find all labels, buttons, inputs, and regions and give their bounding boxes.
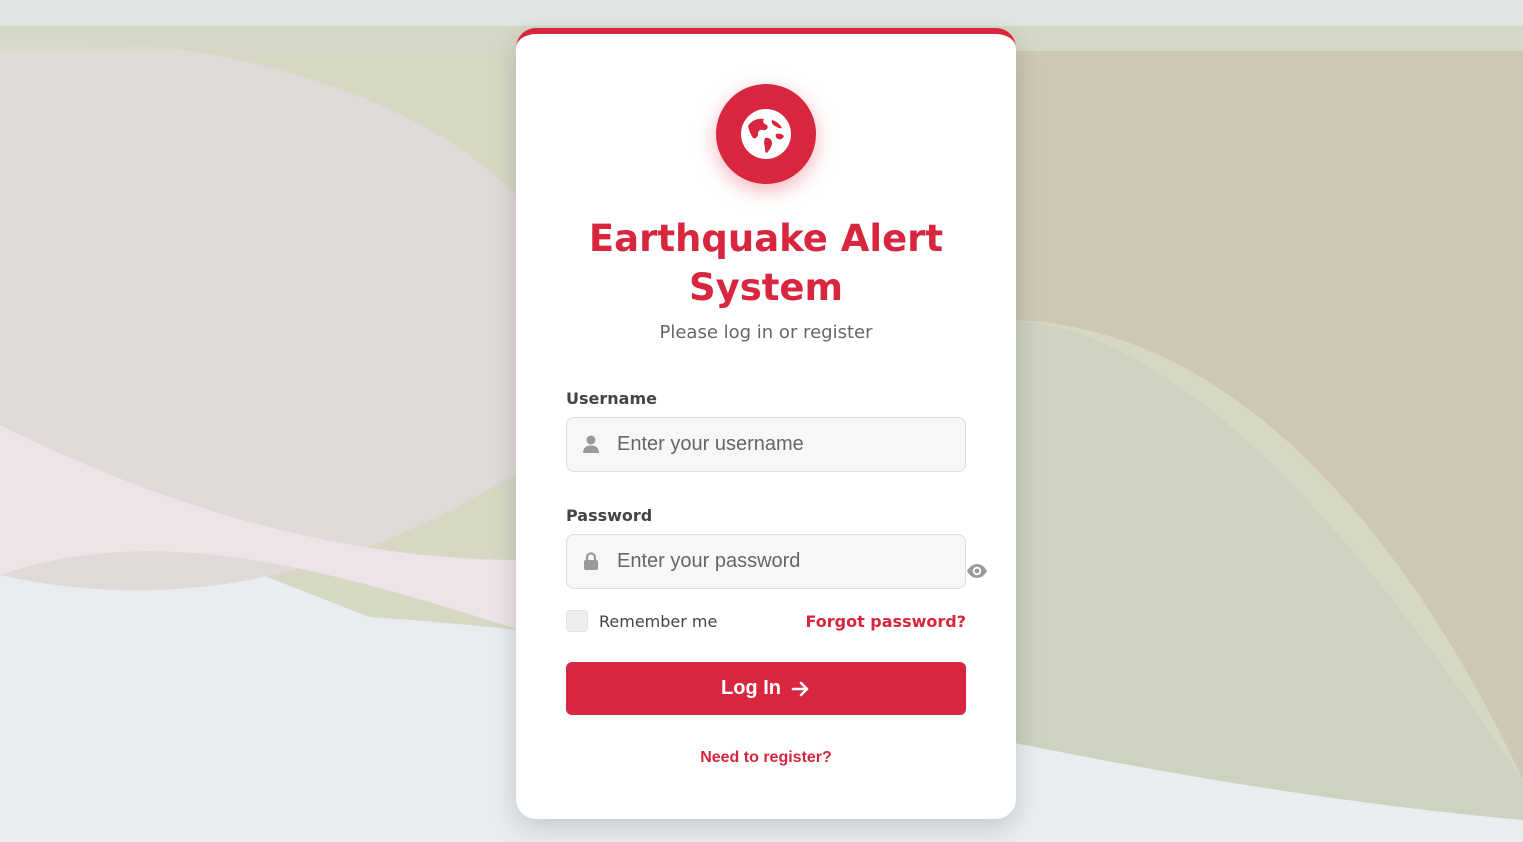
password-input[interactable] bbox=[617, 535, 957, 588]
username-field[interactable] bbox=[566, 417, 966, 472]
globe-icon bbox=[741, 109, 791, 159]
arrow-right-icon bbox=[791, 680, 811, 698]
login-card: Earthquake Alert System Please log in or… bbox=[516, 28, 1016, 819]
remember-checkbox[interactable] bbox=[566, 610, 588, 632]
login-button[interactable]: Log In bbox=[566, 662, 966, 715]
forgot-password-link[interactable]: Forgot password? bbox=[805, 612, 966, 632]
login-label: Log In bbox=[721, 677, 781, 699]
username-label: Username bbox=[566, 389, 657, 408]
lock-icon bbox=[584, 552, 598, 570]
password-field[interactable] bbox=[566, 534, 966, 589]
eye-icon[interactable] bbox=[966, 561, 988, 581]
remember-label: Remember me bbox=[599, 611, 718, 631]
page-title: Earthquake Alert System bbox=[588, 217, 944, 309]
register-section: Need to register? bbox=[516, 748, 1016, 768]
register-link[interactable]: Need to register? bbox=[700, 749, 832, 766]
page-subtitle: Please log in or register bbox=[659, 322, 873, 343]
user-icon bbox=[583, 435, 599, 453]
remember-me[interactable]: Remember me bbox=[566, 609, 717, 633]
username-input[interactable] bbox=[617, 418, 957, 471]
password-label: Password bbox=[566, 506, 653, 525]
logo-badge bbox=[716, 84, 816, 184]
